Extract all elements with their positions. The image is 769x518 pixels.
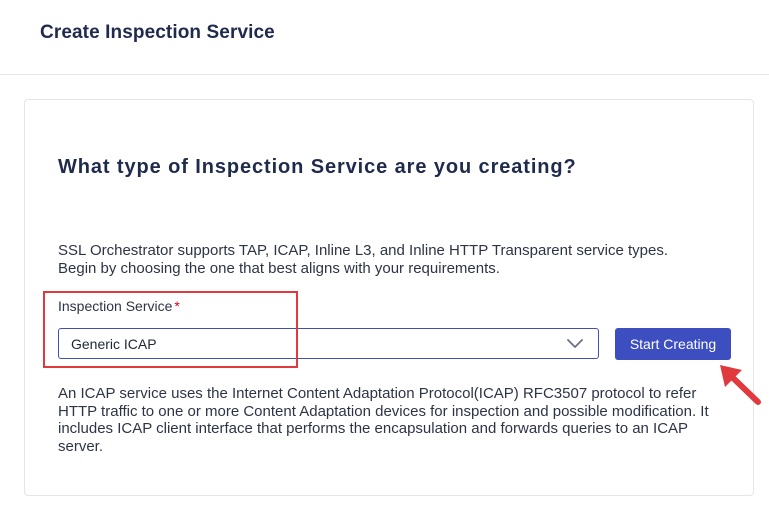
inspection-service-select[interactable]: Generic ICAP [58,328,599,359]
chevron-down-icon [567,339,583,348]
service-type-card: What type of Inspection Service are you … [24,99,754,496]
page: Create Inspection Service What type of I… [0,0,769,518]
select-value: Generic ICAP [71,336,157,352]
card-title: What type of Inspection Service are you … [58,156,577,178]
intro-line-2: Begin by choosing the one that best alig… [58,260,500,277]
intro-line-1: SSL Orchestrator supports TAP, ICAP, Inl… [58,242,669,259]
intro-text: SSL Orchestrator supports TAP, ICAP, Inl… [58,242,738,278]
field-label-text: Inspection Service [58,298,173,314]
service-description: An ICAP service uses the Internet Conten… [58,385,709,455]
page-title: Create Inspection Service [40,22,275,43]
required-marker: * [174,298,180,314]
start-creating-button[interactable]: Start Creating [615,328,731,360]
inspection-service-label: Inspection Service * [58,298,180,314]
page-header: Create Inspection Service [0,0,769,75]
